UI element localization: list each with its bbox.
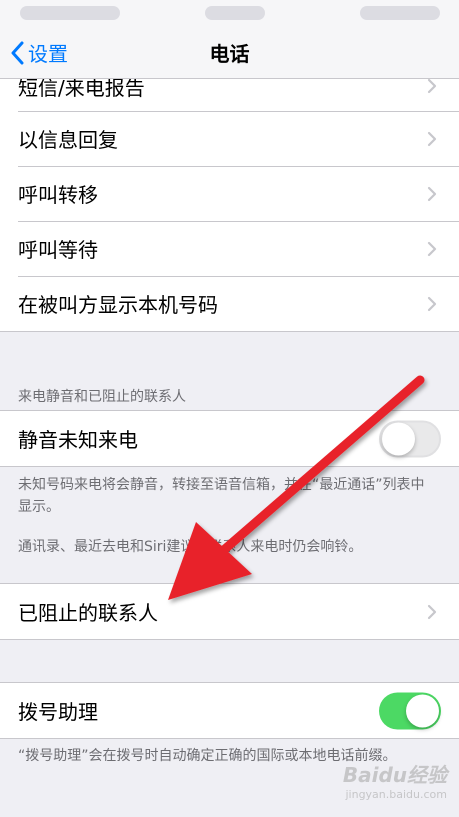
silence-footer-1: 未知号码来电将会静音，转接至语音信箱，并在“最近通话”列表中显示。 bbox=[18, 477, 425, 515]
cell-label: 在被叫方显示本机号码 bbox=[18, 293, 218, 317]
page-title: 电话 bbox=[209, 42, 250, 66]
cell-silence-unknown-callers: 静音未知来电 bbox=[0, 411, 459, 466]
silence-unknown-toggle[interactable] bbox=[379, 420, 441, 457]
cell-call-waiting[interactable]: 呼叫等待 bbox=[0, 221, 459, 276]
chevron-right-icon bbox=[427, 186, 437, 201]
toggle-knob bbox=[382, 422, 415, 455]
watermark-sub: jingyan.baidu.com bbox=[345, 788, 447, 801]
arrow-shaft bbox=[213, 375, 425, 560]
cell-label: 已阻止的联系人 bbox=[18, 601, 158, 625]
status-bar-blur bbox=[205, 6, 265, 20]
settings-group-silence: 静音未知来电 bbox=[0, 410, 459, 467]
chevron-right-icon bbox=[427, 604, 437, 619]
cell-label: 呼叫等待 bbox=[18, 238, 98, 262]
chevron-right-icon bbox=[427, 241, 437, 256]
settings-group-blocked: 已阻止的联系人 bbox=[0, 583, 459, 640]
cell-blocked-contacts[interactable]: 已阻止的联系人 bbox=[0, 584, 459, 639]
baidu-watermark: Baidu经验 jingyan.baidu.com bbox=[343, 759, 447, 801]
chevron-right-icon bbox=[427, 78, 437, 94]
cell-call-forwarding[interactable]: 呼叫转移 bbox=[0, 166, 459, 221]
cell-label: 以信息回复 bbox=[18, 128, 118, 152]
chevron-right-icon bbox=[427, 131, 437, 146]
toggle-knob bbox=[406, 694, 439, 727]
silence-footer-2: 通讯录、最近去电和Siri建议的联系人来电时仍会响铃。 bbox=[18, 539, 363, 555]
section-header-silence: 来电静音和已阻止的联系人 bbox=[18, 389, 186, 405]
status-bar-blur bbox=[360, 6, 440, 20]
status-bar-overlay bbox=[0, 0, 459, 26]
settings-group-dial-assist: 拨号助理 bbox=[0, 682, 459, 739]
cell-respond-with-text[interactable]: 以信息回复 bbox=[0, 111, 459, 166]
cell-label: 静音未知来电 bbox=[18, 428, 138, 452]
watermark-text: Baidu经验 bbox=[342, 763, 447, 787]
cell-dial-assist: 拨号助理 bbox=[0, 683, 459, 738]
cell-show-caller-id[interactable]: 在被叫方显示本机号码 bbox=[0, 276, 459, 331]
cell-label: 呼叫转移 bbox=[18, 183, 98, 207]
cell-label: 拨号助理 bbox=[18, 700, 98, 724]
settings-group-calls: 短信/来电报告 以信息回复 呼叫转移 呼叫等待 在被叫方显示本机号码 bbox=[0, 60, 459, 332]
chevron-right-icon bbox=[427, 296, 437, 311]
status-bar-blur bbox=[20, 6, 120, 20]
dial-assist-toggle[interactable] bbox=[379, 692, 441, 729]
navigation-bar-overlay: 设置 电话 bbox=[0, 26, 459, 79]
